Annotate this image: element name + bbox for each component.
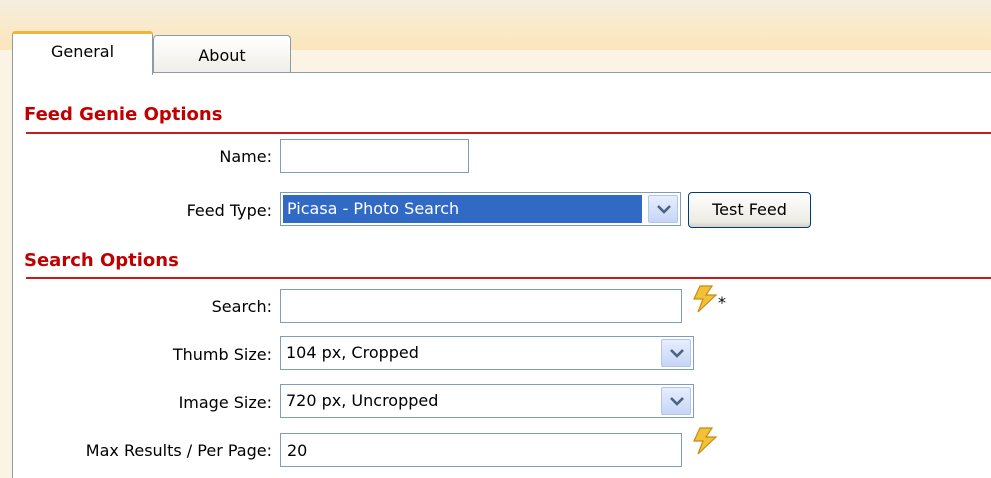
feed-type-selected-value: Picasa - Photo Search — [283, 195, 642, 223]
image-size-label: Image Size: — [178, 393, 272, 412]
name-label: Name: — [219, 147, 272, 166]
feed-type-select[interactable]: Picasa - Photo Search — [280, 192, 681, 226]
thumb-size-label: Thumb Size: — [172, 345, 272, 364]
max-results-input[interactable] — [280, 433, 682, 467]
chevron-down-icon[interactable] — [648, 195, 678, 223]
thumb-size-select[interactable]: 104 px, Cropped — [280, 336, 694, 370]
chevron-down-icon[interactable] — [661, 339, 691, 367]
feed-genie-options-divider — [26, 132, 991, 134]
image-size-selected-value: 720 px, Uncropped — [286, 391, 439, 410]
feed-genie-options-heading: Feed Genie Options — [24, 104, 223, 125]
test-feed-button[interactable]: Test Feed — [688, 192, 811, 228]
search-options-heading: Search Options — [24, 250, 179, 271]
lightning-bolt-icon — [693, 285, 718, 313]
image-size-select[interactable]: 720 px, Uncropped — [280, 384, 694, 418]
search-input[interactable] — [280, 289, 682, 323]
required-marker: * — [718, 293, 726, 312]
search-label: Search: — [211, 297, 272, 316]
feed-type-label: Feed Type: — [186, 201, 272, 220]
search-options-divider — [26, 277, 991, 279]
chevron-down-icon[interactable] — [661, 387, 691, 415]
name-input[interactable] — [280, 139, 469, 173]
thumb-size-selected-value: 104 px, Cropped — [286, 343, 419, 362]
lightning-bolt-icon — [693, 427, 718, 455]
max-results-label: Max Results / Per Page: — [85, 441, 272, 460]
